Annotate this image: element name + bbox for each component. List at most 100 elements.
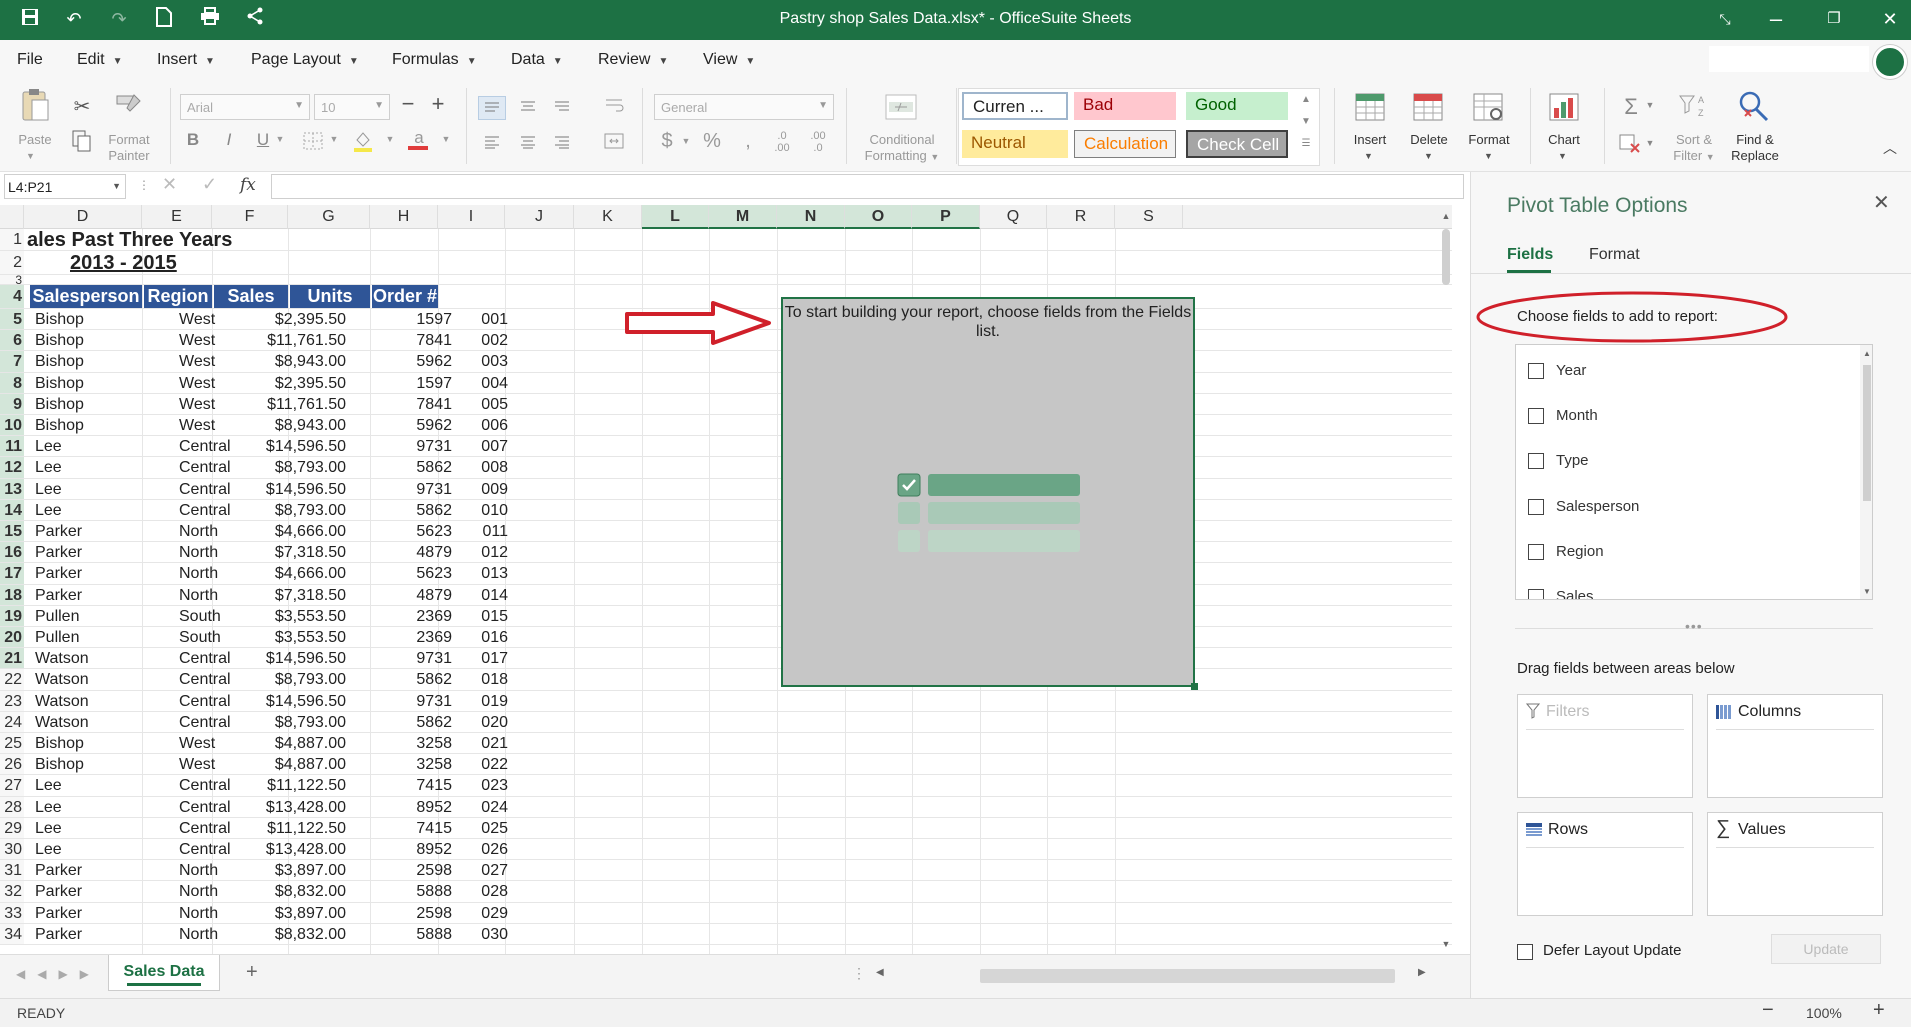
order-number-cell[interactable]: 013 (456, 563, 508, 584)
row-number[interactable]: 1 (0, 229, 24, 250)
table-row[interactable]: 9 Bishop West $11,761.50 7841 005 (0, 393, 1452, 415)
scroll-up-icon[interactable]: ▲ (1440, 211, 1452, 221)
region-cell[interactable]: West (179, 330, 215, 351)
salesperson-cell[interactable]: Bishop (35, 754, 84, 775)
defer-layout-checkbox[interactable] (1517, 944, 1533, 960)
units-cell[interactable]: 5623 (350, 521, 452, 542)
menu-review[interactable]: Review ▼ (598, 51, 668, 69)
units-cell[interactable]: 5888 (350, 881, 452, 902)
column-header[interactable]: L (642, 205, 709, 229)
units-cell[interactable]: 5962 (350, 351, 452, 372)
zoom-in-icon[interactable]: + (1873, 999, 1885, 1022)
salesperson-cell[interactable]: Watson (35, 712, 89, 733)
find-replace-icon[interactable] (1736, 90, 1772, 128)
field-label-type[interactable]: Type (1556, 452, 1589, 469)
pivot-table-placeholder[interactable]: To start building your report, choose fi… (781, 297, 1198, 690)
table-row[interactable]: 34 Parker North $8,832.00 5888 030 (0, 923, 1452, 945)
zoom-out-icon[interactable]: − (1762, 999, 1774, 1022)
region-cell[interactable]: North (179, 924, 218, 945)
menu-view[interactable]: View ▼ (703, 51, 755, 69)
units-cell[interactable]: 2369 (350, 627, 452, 648)
sales-cell[interactable]: $14,596.50 (214, 691, 346, 712)
salesperson-cell[interactable]: Watson (35, 669, 89, 690)
column-header[interactable]: I (438, 205, 505, 229)
currency-icon[interactable]: $ (656, 130, 678, 153)
field-label-salesperson[interactable]: Salesperson (1556, 498, 1639, 515)
align-right-icon[interactable] (548, 132, 576, 155)
salesperson-cell[interactable]: Parker (35, 585, 82, 606)
salesperson-cell[interactable]: Bishop (35, 309, 84, 330)
units-cell[interactable]: 5862 (350, 457, 452, 478)
delete-cells-icon[interactable] (1410, 92, 1446, 128)
region-cell[interactable]: North (179, 903, 218, 924)
splitter-grip-icon[interactable]: ••• (1685, 618, 1703, 634)
order-number-cell[interactable]: 002 (456, 330, 508, 351)
order-number-cell[interactable]: 017 (456, 648, 508, 669)
style-currency[interactable]: Curren ... (962, 92, 1068, 120)
align-left-icon[interactable] (478, 132, 506, 155)
region-cell[interactable]: West (179, 351, 215, 372)
sales-cell[interactable]: $8,793.00 (214, 500, 346, 521)
sales-cell[interactable]: $8,832.00 (214, 924, 346, 945)
field-label-sales[interactable]: Sales (1556, 588, 1594, 599)
salesperson-cell[interactable]: Bishop (35, 733, 84, 754)
scroll-down-icon[interactable]: ▼ (1863, 587, 1871, 596)
row-number[interactable]: 28 (0, 796, 24, 817)
row-number[interactable]: 11 (0, 436, 24, 457)
close-window-icon[interactable]: ✕ (1878, 7, 1902, 31)
add-sheet-icon[interactable]: + (246, 961, 258, 984)
order-number-cell[interactable]: 029 (456, 903, 508, 924)
formula-input[interactable] (271, 174, 1464, 199)
order-number-cell[interactable]: 016 (456, 627, 508, 648)
sales-cell[interactable]: $7,318.50 (214, 542, 346, 563)
order-number-cell[interactable]: 014 (456, 585, 508, 606)
sales-cell[interactable]: $11,122.50 (214, 818, 346, 839)
row-number[interactable]: 29 (0, 817, 24, 838)
table-row[interactable]: 7 Bishop West $8,943.00 5962 003 (0, 351, 1452, 373)
underline-icon[interactable]: U (252, 130, 274, 150)
row-number[interactable]: 16 (0, 542, 24, 563)
row-number[interactable]: 13 (0, 478, 24, 499)
salesperson-cell[interactable]: Lee (35, 818, 62, 839)
order-number-cell[interactable]: 007 (456, 436, 508, 457)
region-cell[interactable]: North (179, 542, 218, 563)
field-checkbox-month[interactable] (1528, 408, 1544, 425)
decrease-decimal-icon[interactable]: .00.0 (806, 130, 830, 154)
menu-file[interactable]: File (17, 51, 43, 69)
scroll-down-icon[interactable]: ▼ (1440, 939, 1452, 949)
align-center-icon[interactable] (514, 132, 542, 155)
salesperson-cell[interactable]: Parker (35, 542, 82, 563)
field-list-scrollbar[interactable]: ▲ ▼ (1860, 345, 1872, 599)
salesperson-cell[interactable]: Pullen (35, 627, 79, 648)
sales-cell[interactable]: $8,793.00 (214, 669, 346, 690)
row-number[interactable]: 22 (0, 669, 24, 690)
column-header[interactable]: O (845, 205, 912, 229)
column-header[interactable]: Q (980, 205, 1047, 229)
style-neutral[interactable]: Neutral (962, 130, 1068, 158)
order-number-cell[interactable]: 024 (456, 797, 508, 818)
sales-cell[interactable]: $8,943.00 (214, 415, 346, 436)
table-row[interactable]: 29 Lee Central $11,122.50 7415 025 (0, 817, 1452, 839)
sales-cell[interactable]: $2,395.50 (214, 373, 346, 394)
style-check-cell[interactable]: Check Cell (1186, 130, 1288, 158)
order-number-cell[interactable]: 003 (456, 351, 508, 372)
region-cell[interactable]: West (179, 415, 215, 436)
borders-icon[interactable] (302, 132, 324, 156)
paste-icon[interactable] (18, 88, 52, 122)
insert-function-icon[interactable]: fx (240, 175, 256, 195)
vertical-scroll-thumb[interactable] (1442, 229, 1450, 285)
row-number[interactable]: 20 (0, 627, 24, 648)
align-bottom-icon[interactable] (548, 96, 576, 119)
region-cell[interactable]: North (179, 860, 218, 881)
cut-icon[interactable]: ✂ (70, 94, 94, 119)
table-row[interactable]: 26 Bishop West $4,887.00 3258 022 (0, 754, 1452, 776)
row-number[interactable]: 30 (0, 839, 24, 860)
order-number-cell[interactable]: 019 (456, 691, 508, 712)
row-number[interactable]: 14 (0, 499, 24, 520)
column-header[interactable]: M (709, 205, 777, 229)
scroll-left-icon[interactable]: ◀ (876, 967, 884, 978)
row-number[interactable]: 5 (0, 309, 24, 330)
sales-cell[interactable]: $8,793.00 (214, 457, 346, 478)
menu-insert[interactable]: Insert ▼ (157, 51, 215, 69)
sales-cell[interactable]: $8,943.00 (214, 351, 346, 372)
